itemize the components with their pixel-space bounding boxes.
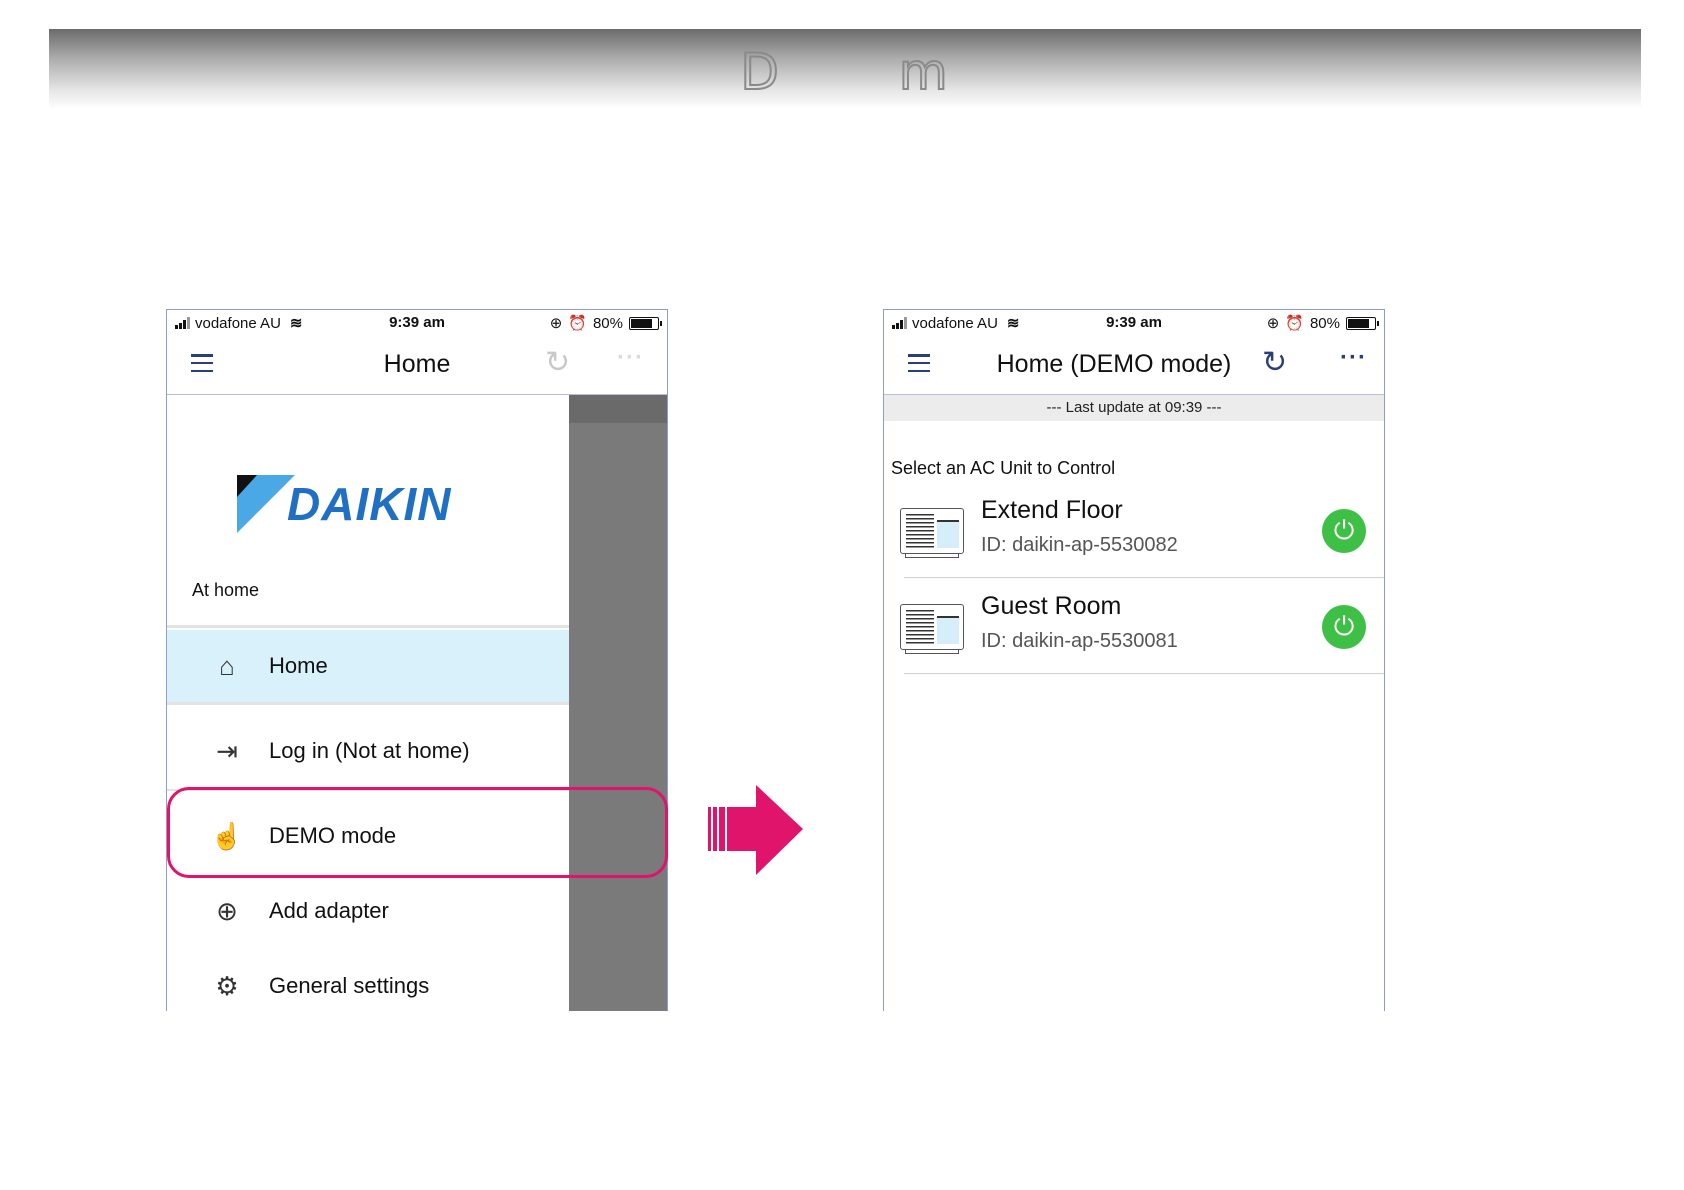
ac-unit-row-guest-room[interactable]: Guest Room ID: daikin-ap-5530081 ⏻: [884, 578, 1384, 674]
orientation-lock-icon: ⊕: [1266, 315, 1280, 332]
drawer-item-label: Home: [269, 653, 328, 678]
more-icon[interactable]: ···: [617, 344, 644, 372]
page-title: Home: [383, 350, 451, 378]
add-circle-icon: ⊕: [216, 895, 238, 926]
drawer-subtitle: At home: [192, 580, 260, 600]
drawer-scrim[interactable]: [569, 395, 667, 1011]
status-right: ⊕ ⏰ 80%: [549, 314, 662, 332]
status-right: ⊕ ⏰ 80%: [1266, 314, 1379, 332]
phone-screen-demo-home: vodafone AU ≋ 9:39 am ⊕ ⏰ 80% Home (DEMO…: [883, 309, 1385, 1011]
alarm-icon: ⏰: [568, 315, 587, 332]
ac-unit-row-extend-floor[interactable]: Extend Floor ID: daikin-ap-5530082 ⏻: [884, 482, 1384, 578]
refresh-icon[interactable]: ↻: [545, 348, 570, 378]
status-bar: vodafone AU ≋ 9:39 am ⊕ ⏰ 80%: [167, 310, 667, 334]
status-bar: vodafone AU ≋ 9:39 am ⊕ ⏰ 80%: [884, 310, 1384, 334]
drawer-item-general-settings[interactable]: ⚙ General settings: [167, 950, 569, 1011]
drawer-item-home[interactable]: ⌂ Home: [167, 630, 569, 702]
battery-percent: 80%: [592, 314, 623, 332]
login-icon: ⇥: [216, 735, 238, 766]
header-banner: Dm: [49, 29, 1641, 109]
drawer-divider: [167, 625, 569, 628]
drawer-divider: [167, 702, 569, 705]
daikin-logo-text: DAIKIN: [287, 478, 452, 530]
orientation-lock-icon: ⊕: [549, 315, 563, 332]
demo-mode-highlight: [167, 787, 668, 878]
ac-unit-icon: [900, 604, 964, 654]
settings-gear-icon: ⚙: [215, 970, 239, 1001]
home-icon: ⌂: [219, 650, 235, 681]
drawer-scrim-top: [569, 395, 667, 423]
battery-icon: [1346, 316, 1379, 330]
alarm-icon: ⏰: [1285, 315, 1304, 332]
refresh-icon[interactable]: ↻: [1262, 348, 1287, 378]
daikin-logo: DAIKIN: [235, 475, 505, 535]
banner-title: Dm: [49, 42, 1641, 102]
nav-bar: Home ↻ ···: [167, 334, 667, 395]
battery-percent: 80%: [1309, 314, 1340, 332]
row-divider: [904, 673, 1384, 674]
drawer-item-label: Log in (Not at home): [269, 738, 470, 763]
phone-screen-drawer: vodafone AU ≋ 9:39 am ⊕ ⏰ 80% Home ↻ ···…: [166, 309, 668, 1011]
section-heading: Select an AC Unit to Control: [891, 458, 1116, 478]
unit-name: Guest Room: [981, 592, 1122, 620]
unit-id: ID: daikin-ap-5530081: [981, 630, 1178, 652]
drawer-item-label: General settings: [269, 973, 430, 998]
daikin-logo-mark-icon: [237, 475, 295, 533]
drawer-item-label: Add adapter: [269, 898, 389, 923]
battery-icon: [629, 316, 662, 330]
unit-id: ID: daikin-ap-5530082: [981, 534, 1178, 556]
navigation-drawer: DAIKIN At home ⌂ Home ⇥ Log in (Not at h…: [167, 395, 569, 1011]
unit-name: Extend Floor: [981, 496, 1123, 524]
drawer-item-login[interactable]: ⇥ Log in (Not at home): [167, 715, 569, 787]
banner-title-part1: D: [739, 42, 781, 102]
right-arrow-icon: [708, 785, 803, 875]
drawer-item-add-adapter[interactable]: ⊕ Add adapter: [167, 875, 569, 947]
banner-title-part2: m: [898, 42, 950, 102]
more-icon[interactable]: ···: [1340, 344, 1367, 372]
nav-bar: Home (DEMO mode) ↻ ···: [884, 334, 1384, 395]
power-button[interactable]: ⏻: [1322, 509, 1366, 553]
ac-unit-icon: [900, 508, 964, 558]
power-button[interactable]: ⏻: [1322, 605, 1366, 649]
last-update-bar: --- Last update at 09:39 ---: [884, 395, 1384, 421]
